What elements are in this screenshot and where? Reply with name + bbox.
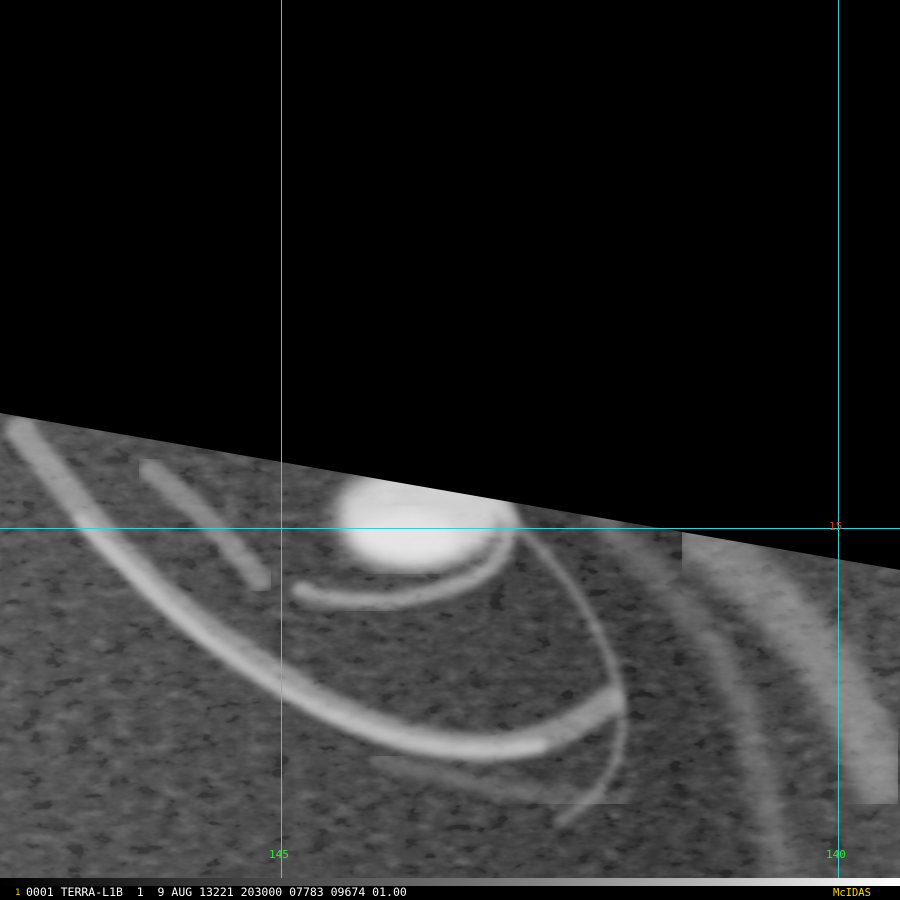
lat-label-15: 15 — [829, 520, 843, 533]
satellite-imagery — [0, 0, 900, 878]
lon-label-145: 145 — [269, 848, 289, 861]
satellite-image-frame: 15 145 140 1 0001 TERRA-L1B 1 9 AUG 1322… — [0, 0, 900, 900]
lon-label-140: 140 — [826, 848, 846, 861]
satellite-swath — [0, 413, 900, 878]
software-label: McIDAS — [833, 887, 871, 899]
frame-number: 1 — [15, 888, 21, 898]
image-info-text: 0001 TERRA-L1B 1 9 AUG 13221 203000 0778… — [26, 885, 407, 899]
